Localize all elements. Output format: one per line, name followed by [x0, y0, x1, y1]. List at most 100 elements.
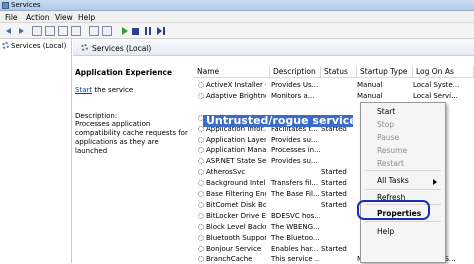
cell-description: Enables har... — [271, 245, 320, 253]
cell-name: Application Mana... — [198, 146, 266, 154]
gear-icon — [2, 42, 9, 49]
cell-status: Started — [321, 190, 356, 198]
cell-description-text: This service ... — [271, 255, 320, 264]
table-row[interactable]: ActiveX Installer (... Provides Us... Manu… — [194, 80, 474, 90]
menu-separator — [365, 221, 441, 222]
cell-status-text: Started — [321, 190, 347, 198]
gear-icon — [81, 44, 88, 51]
cell-description: This service ... — [271, 255, 320, 263]
cell-description: Provides su... — [271, 136, 320, 144]
cell-status-text: Started — [321, 244, 347, 253]
show-hide-tree-icon[interactable] — [32, 26, 42, 36]
cell-log-on-as-text: Local Servi... — [413, 91, 458, 100]
service-gear-icon — [198, 234, 204, 241]
cell-description: The Base Fil... — [271, 190, 320, 198]
cell-name-text: AtherosSvc — [206, 168, 246, 177]
menu-action[interactable]: Action — [26, 13, 50, 22]
column-header-name[interactable]: Name — [194, 66, 270, 77]
title-bar: Services — [0, 0, 474, 11]
cell-name: Background Intelli... — [198, 179, 266, 187]
tree-item-services-local[interactable]: Services (Local) — [2, 42, 66, 50]
cell-description: BDESVC hos... — [271, 212, 320, 220]
cell-name: BranchCache — [198, 255, 266, 263]
menu-file[interactable]: File — [5, 13, 18, 22]
cell-name: Application Layer ... — [198, 136, 266, 144]
description-label: Description: — [75, 112, 118, 120]
properties-icon[interactable] — [102, 26, 112, 36]
selected-row-highlight[interactable]: Untrusted/rogue service — [203, 114, 357, 127]
cell-name-text: BitComet Disk Boo... — [206, 200, 266, 209]
column-header-startup-type[interactable]: Startup Type — [357, 66, 413, 77]
pause-service-icon[interactable] — [143, 26, 153, 36]
cell-name-text: Application Layer ... — [206, 135, 266, 144]
column-header-description[interactable]: Description — [270, 66, 321, 77]
refresh-icon[interactable] — [58, 26, 68, 36]
column-header-log-on-as[interactable]: Log On As — [413, 66, 474, 77]
menu-view[interactable]: View — [55, 13, 73, 22]
menu-item-resume[interactable]: Resume — [377, 146, 407, 155]
menu-help[interactable]: Help — [78, 13, 95, 22]
cell-description: The WBENG... — [271, 223, 320, 231]
cell-name: Adaptive Brightness — [198, 92, 266, 100]
context-menu: Start Stop Pause Resume Restart All Task… — [360, 102, 446, 263]
menu-item-start[interactable]: Start — [377, 107, 395, 116]
cell-startup-type-text: Manual — [357, 91, 383, 100]
cell-description-text: The WBENG... — [271, 222, 320, 231]
cell-name: ActiveX Installer (... — [198, 81, 266, 89]
services-window: Services File Action View Help Services … — [0, 0, 474, 263]
description-text: Processes application compatibility cach… — [75, 120, 188, 155]
start-service-link[interactable]: Start — [75, 86, 92, 94]
export-list-icon[interactable] — [71, 26, 81, 36]
menu-item-all-tasks[interactable]: All Tasks — [377, 176, 409, 185]
console-view-icon[interactable] — [45, 26, 55, 36]
service-gear-icon — [198, 180, 204, 187]
cell-name-text: Background Intelli... — [206, 179, 266, 188]
table-row[interactable]: Adaptive Brightness Monitors a... Manual Lo… — [194, 91, 474, 101]
cell-description-text: Provides su... — [271, 135, 318, 144]
cell-description: Monitors a... — [271, 92, 320, 100]
cell-startup-type-text: Manual — [357, 81, 383, 89]
help-icon[interactable] — [89, 26, 99, 36]
cell-name-text: Adaptive Brightness — [206, 91, 266, 100]
service-gear-icon — [198, 201, 204, 208]
cell-name-text: ASP.NET State Ser... — [206, 157, 266, 166]
cell-log-on-as: Local Syste... — [413, 81, 474, 89]
service-gear-icon — [198, 245, 204, 252]
window-title: Services — [11, 1, 41, 9]
back-arrow-icon[interactable] — [4, 26, 14, 36]
cell-name: Base Filtering Engi... — [198, 190, 266, 198]
cell-name: Block Level Backu... — [198, 223, 266, 231]
service-gear-icon — [198, 191, 204, 197]
cell-description-text: The Base Fil... — [271, 190, 320, 198]
menu-item-restart[interactable]: Restart — [377, 159, 404, 168]
cell-status: Started — [321, 179, 356, 187]
cell-name: Bluetooth Support... — [198, 234, 266, 242]
column-header-status[interactable]: Status — [321, 66, 357, 77]
cell-name-text: BitLocker Drive En... — [206, 211, 266, 220]
submenu-arrow-icon — [433, 179, 437, 185]
cell-name: AtherosSvc — [198, 168, 266, 176]
menu-item-help[interactable]: Help — [377, 227, 394, 236]
cell-name-text: Block Level Backu... — [206, 222, 266, 231]
menu-item-stop[interactable]: Stop — [377, 120, 394, 129]
cell-status: Started — [321, 168, 356, 176]
services-app-icon — [2, 2, 9, 9]
service-gear-icon — [198, 147, 204, 154]
pane-header-label: Services (Local) — [92, 44, 152, 53]
cell-name: BitComet Disk Boo... — [198, 201, 266, 209]
forward-arrow-icon[interactable] — [16, 26, 26, 36]
service-gear-icon — [198, 223, 204, 230]
menu-item-pause[interactable]: Pause — [377, 133, 399, 142]
stop-service-icon[interactable] — [132, 28, 139, 35]
pane-header: Services (Local) — [73, 39, 474, 56]
restart-service-icon[interactable] — [157, 26, 167, 36]
menu-bar: File Action View Help — [0, 11, 474, 23]
cell-name: BitLocker Drive En... — [198, 212, 266, 220]
service-gear-icon — [198, 82, 204, 88]
selected-row-label: Untrusted/rogue service — [206, 114, 357, 127]
cell-name-text: Base Filtering Engi... — [206, 190, 266, 198]
cell-log-on-as: Local Servi... — [413, 92, 474, 100]
cell-name: Bonjour Service — [198, 245, 266, 253]
cell-description-text: BDESVC hos... — [271, 211, 320, 220]
start-service-icon[interactable] — [119, 26, 129, 36]
